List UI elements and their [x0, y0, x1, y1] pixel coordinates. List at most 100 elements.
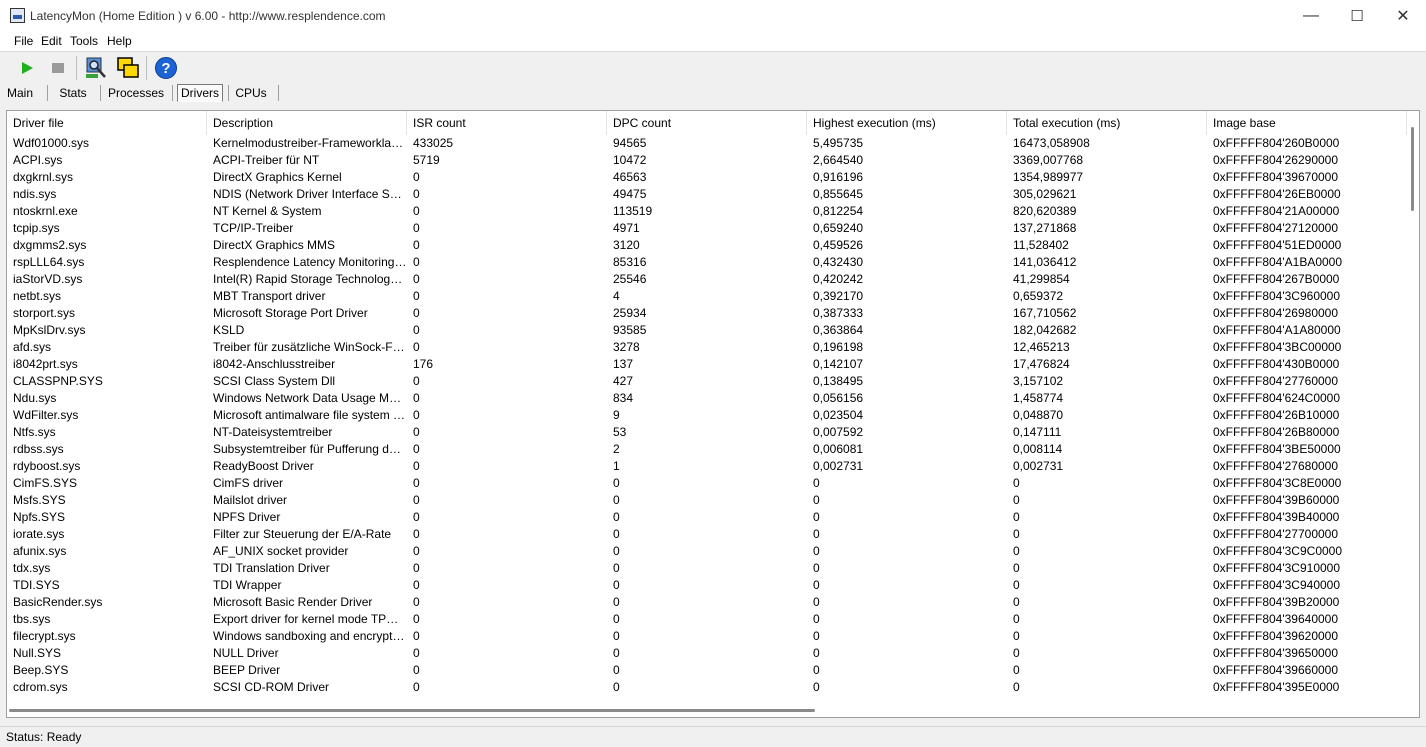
table-row[interactable]: ACPI.sys ACPI-Treiber für NT 5719 10472 2,66… [7, 152, 1407, 169]
table-row[interactable]: Beep.SYS BEEP Driver 0 0 0 0 0xFFFFF804'396600… [7, 662, 1407, 679]
table-row[interactable]: Ntfs.sys NT-Dateisystemtreiber 0 53 0,007592… [7, 424, 1407, 441]
tab-main[interactable]: Main [2, 84, 38, 102]
table-row[interactable]: rdyboost.sys ReadyBoost Driver 0 1 0,002731 0… [7, 458, 1407, 475]
table-cell: 0 [613, 595, 620, 609]
table-cell: 5719 [413, 153, 440, 167]
horizontal-scroll-thumb[interactable] [9, 709, 815, 712]
menu-help[interactable]: Help [107, 34, 132, 48]
tab-drivers[interactable]: Drivers [177, 84, 223, 102]
column-header[interactable]: Description [207, 111, 407, 135]
table-row[interactable]: cdrom.sys SCSI CD-ROM Driver 0 0 0 0 0xFFFFF80… [7, 679, 1407, 696]
table-cell: afd.sys [13, 340, 52, 354]
table-row[interactable]: iaStorVD.sys Intel(R) Rapid Storage Techn… [7, 271, 1407, 288]
table-row[interactable]: i8042prt.sys i8042-Anschlusstreiber 176 137… [7, 356, 1407, 373]
table-cell: 0 [1013, 663, 1020, 677]
table-row[interactable]: Null.SYS NULL Driver 0 0 0 0 0xFFFFF804'396500… [7, 645, 1407, 662]
table-row[interactable]: BasicRender.sys Microsoft Basic Render Dr… [7, 594, 1407, 611]
table-cell: Npfs.SYS [13, 510, 66, 524]
stop-button[interactable] [45, 55, 71, 81]
table-cell: 0 [613, 493, 620, 507]
column-header[interactable]: Total execution (ms) [1007, 111, 1207, 135]
table-cell: 1 [613, 459, 620, 473]
search-driver-button[interactable] [83, 55, 109, 81]
start-button[interactable] [14, 55, 40, 81]
table-cell: 5,495735 [813, 136, 864, 150]
table-row[interactable]: Msfs.SYS Mailslot driver 0 0 0 0 0xFFFFF804'39… [7, 492, 1407, 509]
table-row[interactable]: netbt.sys MBT Transport driver 0 4 0,392170 0… [7, 288, 1407, 305]
table-cell: 0 [813, 544, 820, 558]
tab-stats[interactable]: Stats [54, 84, 92, 102]
drivers-table[interactable]: Driver file Description ISR count DPC count… [6, 110, 1420, 718]
table-row[interactable]: iorate.sys Filter zur Steuerung der E/A-R… [7, 526, 1407, 543]
table-cell: 0 [613, 680, 620, 694]
column-header[interactable]: Image base [1207, 111, 1407, 135]
table-cell: 0xFFFFF804'39660000 [1213, 663, 1339, 677]
table-row[interactable]: TDI.SYS TDI Wrapper 0 0 0 0 0xFFFFF804'3C94000… [7, 577, 1407, 594]
table-row[interactable]: dxgmms2.sys DirectX Graphics MMS 0 3120 0,45… [7, 237, 1407, 254]
column-header[interactable]: DPC count [607, 111, 807, 135]
column-header[interactable]: ISR count [407, 111, 607, 135]
table-cell: 0xFFFFF804'39620000 [1213, 629, 1339, 643]
table-cell: 0,459526 [813, 238, 864, 252]
column-header[interactable]: Highest execution (ms) [807, 111, 1007, 135]
close-button[interactable]: ✕ [1380, 0, 1426, 32]
table-row[interactable]: CLASSPNP.SYS SCSI Class System Dll 0 427 0,1… [7, 373, 1407, 390]
table-cell: 0 [413, 612, 420, 626]
table-cell: rspLLL64.sys [13, 255, 85, 269]
table-row[interactable]: ntoskrnl.exe NT Kernel & System 0 113519 0,8… [7, 203, 1407, 220]
status-text: Status: Ready [6, 730, 82, 744]
table-cell: 0 [413, 170, 420, 184]
table-row[interactable]: CimFS.SYS CimFS driver 0 0 0 0 0xFFFFF804'3C8E… [7, 475, 1407, 492]
table-cell: 0 [613, 612, 620, 626]
table-row[interactable]: Wdf01000.sys Kernelmodustreiber-Framework… [7, 135, 1407, 152]
table-cell: 0 [1013, 544, 1020, 558]
maximize-button[interactable]: ☐ [1334, 0, 1380, 32]
table-cell: 0xFFFFF804'51ED0000 [1213, 238, 1342, 252]
table-cell: 94565 [613, 136, 647, 150]
help-button[interactable]: ? [153, 55, 179, 81]
table-row[interactable]: rdbss.sys Subsystemtreiber für Pufferung … [7, 441, 1407, 458]
table-cell: Windows sandboxing and encryptio... [213, 629, 407, 643]
menu-file[interactable]: File [14, 34, 33, 48]
table-cell: 0 [413, 187, 420, 201]
minimize-button[interactable]: — [1288, 0, 1334, 32]
table-row[interactable]: rspLLL64.sys Resplendence Latency Monitor… [7, 254, 1407, 271]
table-cell: 0 [813, 612, 820, 626]
table-row[interactable]: MpKslDrv.sys KSLD 0 93585 0,363864 182,042682… [7, 322, 1407, 339]
horizontal-scrollbar[interactable] [7, 701, 1407, 717]
table-cell: 1,458774 [1013, 391, 1064, 405]
table-row[interactable]: Ndu.sys Windows Network Data Usage Monit.… [7, 390, 1407, 407]
table-cell: 3120 [613, 238, 640, 252]
menu-edit[interactable]: Edit [41, 34, 62, 48]
vertical-scroll-thumb[interactable] [1411, 127, 1414, 211]
table-row[interactable]: afd.sys Treiber für zusätzliche WinSock-F… [7, 339, 1407, 356]
tab-processes[interactable]: Processes [106, 84, 166, 102]
vertical-scrollbar[interactable] [1407, 111, 1419, 701]
table-row[interactable]: storport.sys Microsoft Storage Port Drive… [7, 305, 1407, 322]
table-cell: 0,916196 [813, 170, 864, 184]
menu-tools[interactable]: Tools [70, 34, 98, 48]
table-cell: 0xFFFFF804'3C910000 [1213, 561, 1341, 575]
table-cell: Microsoft Basic Render Driver [213, 595, 373, 609]
table-cell: 85316 [613, 255, 647, 269]
table-cell: 0 [413, 408, 420, 422]
table-cell: Treiber für zusätzliche WinSock-Fun... [213, 340, 407, 354]
table-row[interactable]: WdFilter.sys Microsoft antimalware file s… [7, 407, 1407, 424]
table-cell: 0 [413, 578, 420, 592]
table-cell: 0 [613, 527, 620, 541]
tab-cpus[interactable]: CPUs [232, 84, 270, 102]
table-row[interactable]: tdx.sys TDI Translation Driver 0 0 0 0 0xFFFFF… [7, 560, 1407, 577]
table-cell: 0xFFFFF804'26B10000 [1213, 408, 1340, 422]
table-cell: 0,420242 [813, 272, 864, 286]
table-row[interactable]: tcpip.sys TCP/IP-Treiber 0 4971 0,659240 137,… [7, 220, 1407, 237]
table-row[interactable]: ndis.sys NDIS (Network Driver Interface S… [7, 186, 1407, 203]
table-row[interactable]: Npfs.SYS NPFS Driver 0 0 0 0 0xFFFFF804'39B400… [7, 509, 1407, 526]
table-row[interactable]: dxgkrnl.sys DirectX Graphics Kernel 0 46563… [7, 169, 1407, 186]
table-cell: 17,476824 [1013, 357, 1070, 371]
windows-button[interactable] [115, 55, 141, 81]
table-row[interactable]: filecrypt.sys Windows sandboxing and encr… [7, 628, 1407, 645]
table-row[interactable]: tbs.sys Export driver for kernel mode TPM… [7, 611, 1407, 628]
column-header[interactable]: Driver file [7, 111, 207, 135]
table-row[interactable]: afunix.sys AF_UNIX socket provider 0 0 0 0 0xF… [7, 543, 1407, 560]
table-cell: Windows Network Data Usage Monit... [213, 391, 407, 405]
